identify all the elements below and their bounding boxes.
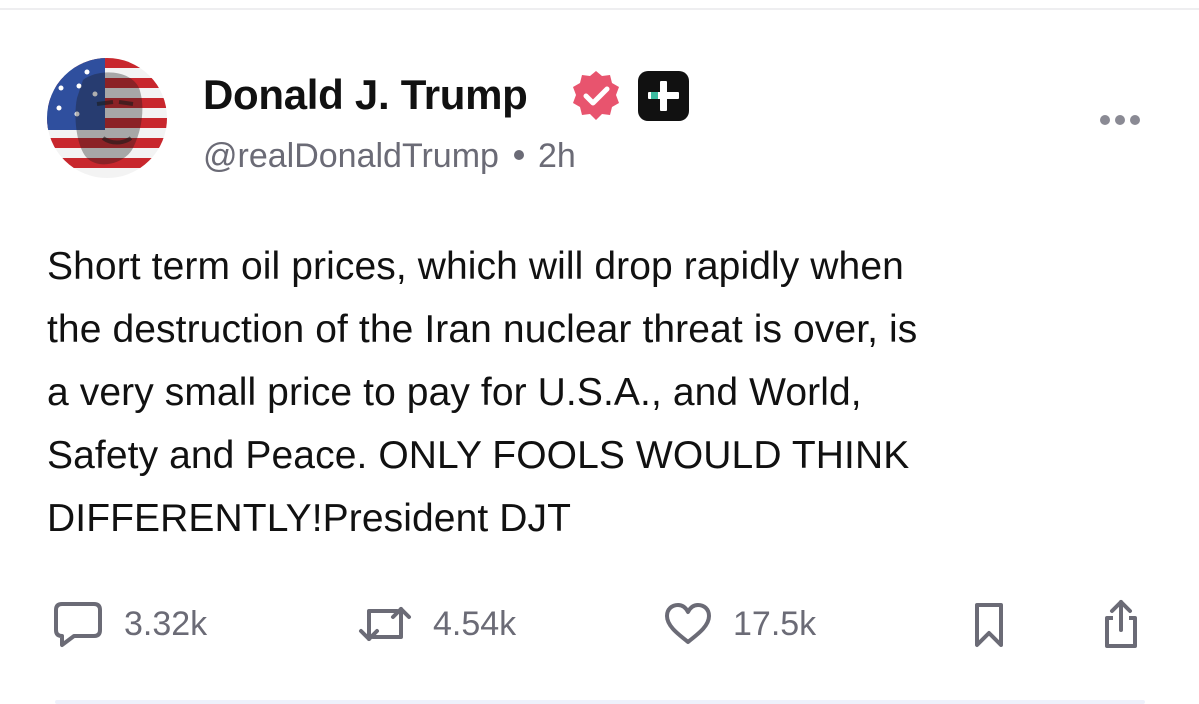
plus-badge-icon <box>638 71 689 121</box>
repost-button[interactable]: 4.54k <box>357 596 516 652</box>
post-text-line: Short term oil prices, which will drop r… <box>47 245 904 288</box>
like-button[interactable]: 17.5k <box>663 596 816 652</box>
meta-separator <box>513 150 524 161</box>
post-text-line: the destruction of the Iran nuclear thre… <box>47 308 918 351</box>
reply-count: 3.32k <box>124 604 208 643</box>
author-display-name[interactable]: Donald J. Trump <box>203 70 528 120</box>
more-options-icon[interactable] <box>1099 114 1141 126</box>
post-text-line: a very small price to pay for U.S.A., an… <box>47 371 862 414</box>
post-text-line: DIFFERENTLY!President DJT <box>47 497 572 540</box>
author-handle[interactable]: @realDonaldTrump <box>203 137 499 175</box>
like-count: 17.5k <box>733 604 817 643</box>
repost-count: 4.54k <box>433 604 517 643</box>
reply-button[interactable]: 3.32k <box>52 596 207 652</box>
post-timestamp[interactable]: 2h <box>538 137 576 175</box>
repost-icon <box>359 607 411 641</box>
reply-icon <box>54 602 102 647</box>
post-body: Short term oil prices, which will drop r… <box>47 235 1157 550</box>
author-meta: @realDonaldTrump 2h <box>203 136 576 176</box>
author-avatar[interactable] <box>47 58 167 178</box>
post-text-line: Safety and Peace. ONLY FOOLS WOULD THINK <box>47 434 910 477</box>
share-icon[interactable] <box>1099 598 1143 650</box>
heart-icon <box>665 603 711 644</box>
flag-portrait-avatar <box>47 58 167 178</box>
top-divider <box>0 8 1199 10</box>
bookmark-icon[interactable] <box>972 601 1006 649</box>
verified-badge-icon <box>573 71 619 120</box>
bottom-divider <box>55 700 1145 704</box>
